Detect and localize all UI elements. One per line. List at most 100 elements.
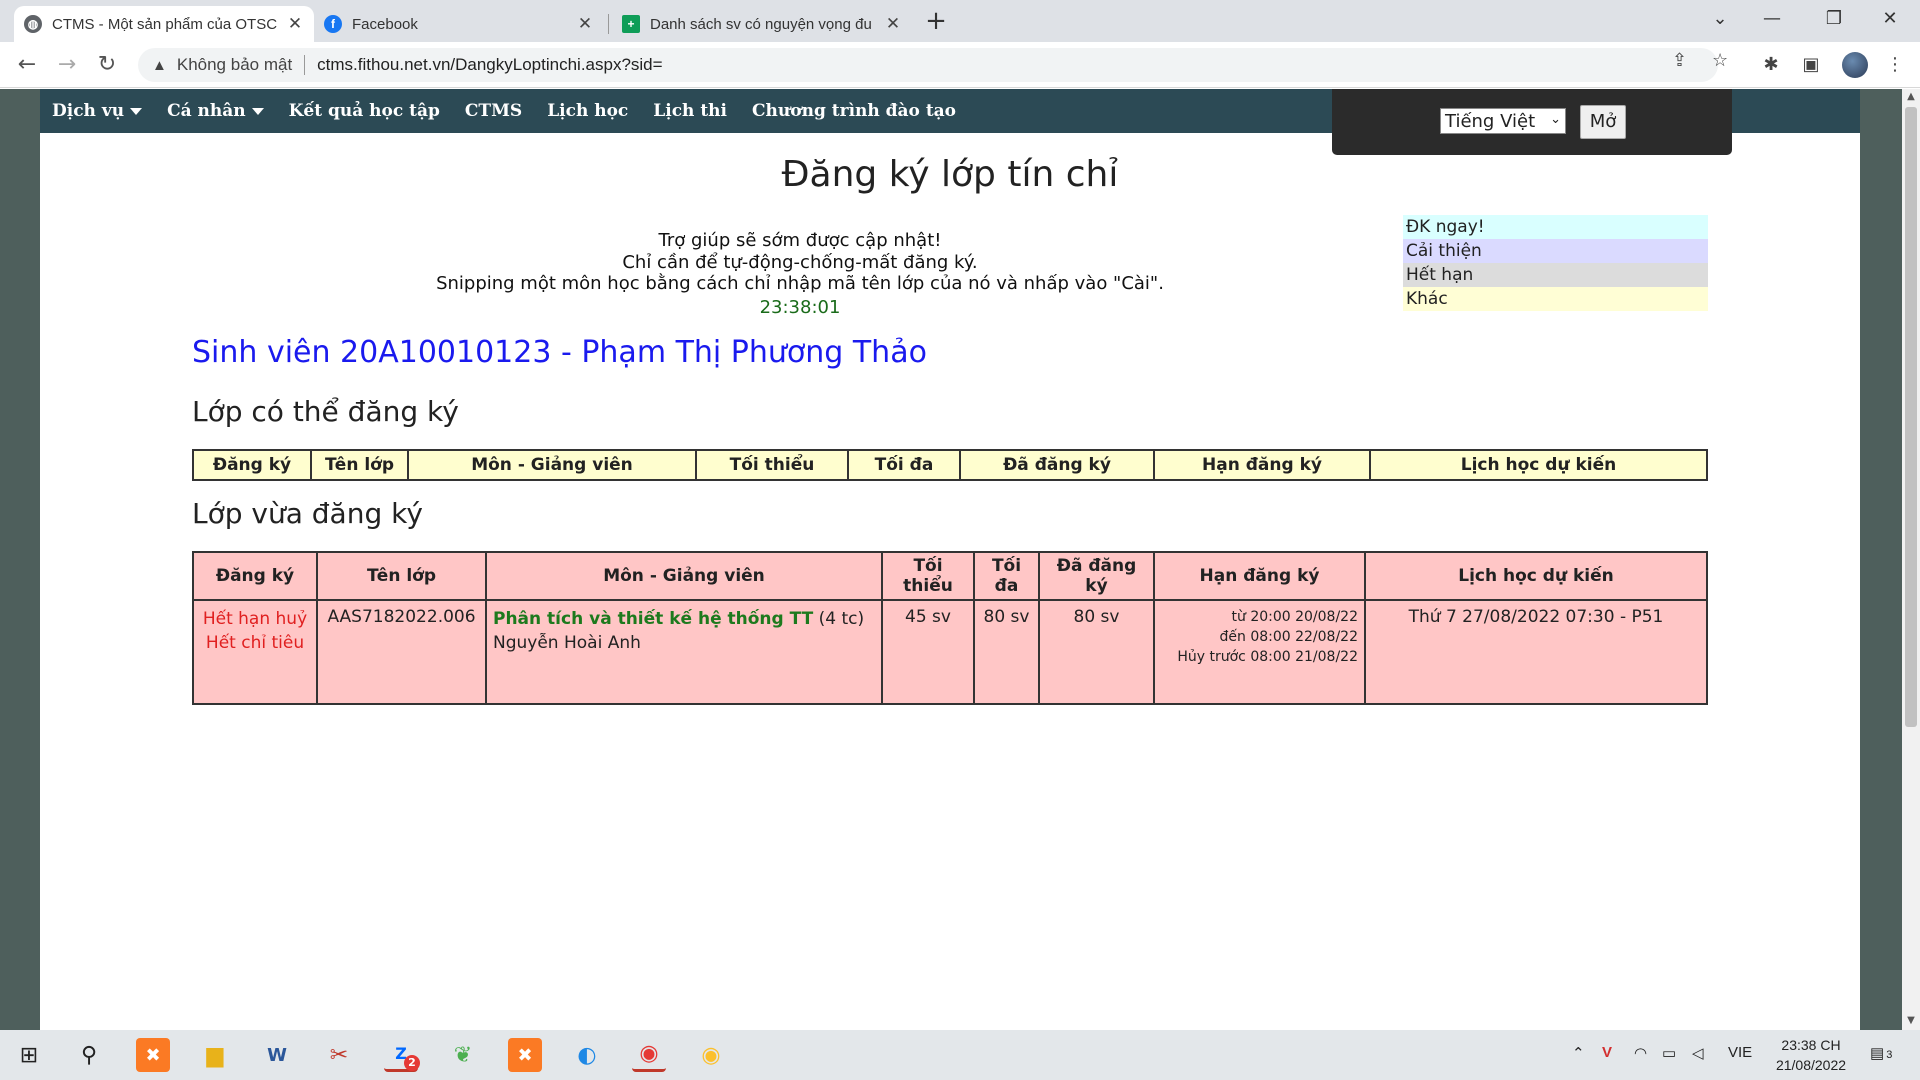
status-cancel-expired: Hết hạn huỷ	[202, 609, 308, 629]
table-row: Hết hạn huỷ Hết chỉ tiêu AAS7182022.006 …	[192, 599, 1708, 705]
chrome-icon[interactable]: ◉	[694, 1038, 728, 1072]
side-panel-icon[interactable]: ▣	[1798, 52, 1824, 78]
close-window-button[interactable]: ✕	[1862, 0, 1918, 38]
col-deadline: Hạn đăng ký	[1153, 449, 1371, 481]
back-icon[interactable]: ←	[12, 50, 42, 80]
extensions-icon[interactable]: ✱	[1758, 52, 1784, 78]
col-max: Tối đa	[847, 449, 961, 481]
taskbar: ⊞ ⚲ ✖ ▆ W ✂ Z 2 ❦ ✖ ◐ ◉ ◉ ⌃ V ◠ ▭ ◁ VIE …	[0, 1030, 1920, 1080]
xampp-icon[interactable]: ✖	[136, 1038, 170, 1072]
windows-start-icon[interactable]: ⊞	[12, 1038, 46, 1072]
col-subject: Môn - Giảng viên	[407, 449, 697, 481]
available-classes-table: Đăng ký Tên lớp Môn - Giảng viên Tối thi…	[192, 449, 1708, 481]
notification-count: 3	[1886, 1049, 1893, 1061]
battery-icon[interactable]: ▭	[1662, 1044, 1676, 1062]
zalo-icon[interactable]: Z 2	[384, 1038, 420, 1072]
scroll-thumb[interactable]	[1905, 107, 1917, 727]
nav-ca-nhan[interactable]: Cá nhân	[167, 101, 264, 121]
table-header-row: Đăng ký Tên lớp Môn - Giảng viên Tối thi…	[192, 551, 1708, 601]
bookmark-star-icon[interactable]: ☆	[1712, 50, 1728, 71]
volume-icon[interactable]: ◁	[1692, 1044, 1704, 1062]
page-scrollbar[interactable]: ▲ ▼	[1902, 89, 1920, 1030]
close-icon[interactable]: ✕	[576, 14, 594, 34]
deadline-to: đến 08:00 22/08/22	[1219, 629, 1359, 645]
cancel-before: Hủy trước 08:00 21/08/22	[1177, 649, 1358, 665]
col-max: Tối đa	[973, 551, 1040, 601]
coccoc-icon[interactable]: ❦	[446, 1038, 480, 1072]
menu-kebab-icon[interactable]: ⋮	[1882, 52, 1908, 78]
input-language[interactable]: VIE	[1728, 1044, 1752, 1061]
share-icon[interactable]: ⇪	[1672, 50, 1687, 71]
clock-time: 23:38 CH	[1781, 1037, 1841, 1053]
warning-icon[interactable]: ▲	[152, 57, 167, 74]
nav-ket-qua-hoc-tap[interactable]: Kết quả học tập	[289, 101, 440, 121]
tab-title: Danh sách sv có nguyện vọng đu	[650, 15, 872, 33]
nav-label: Cá nhân	[167, 101, 246, 121]
tab-title: Facebook	[352, 15, 418, 33]
nav-lich-hoc[interactable]: Lịch học	[547, 101, 628, 121]
page-content: Dịch vụ Cá nhân Kết quả học tập CTMS Lịc…	[40, 89, 1860, 1030]
url-text[interactable]: ctms.fithou.net.vn/DangkyLoptinchi.aspx?…	[317, 55, 662, 75]
caret-down-icon	[130, 108, 143, 115]
address-bar: ← → ↻ ▲ Không bảo mật ctms.fithou.net.vn…	[0, 42, 1920, 88]
student-info: Sinh viên 20A10010123 - Phạm Thị Phương …	[192, 335, 927, 370]
nav-dich-vu[interactable]: Dịch vụ	[52, 101, 143, 121]
new-tab-button[interactable]: +	[922, 6, 950, 36]
word-icon[interactable]: W	[260, 1038, 294, 1072]
subject-credits: (4 tc)	[818, 609, 865, 629]
caret-down-icon	[251, 108, 264, 115]
profile-avatar[interactable]	[1842, 52, 1868, 78]
col-schedule: Lịch học dự kiến	[1364, 551, 1708, 601]
globe-icon: ◍	[24, 15, 42, 33]
col-registered: Đã đăng ký	[959, 449, 1155, 481]
security-label[interactable]: Không bảo mật	[177, 55, 292, 75]
forward-icon[interactable]: →	[52, 50, 82, 80]
snipping-tool-icon[interactable]: ✂	[322, 1038, 356, 1072]
registered-classes-table: Đăng ký Tên lớp Môn - Giảng viên Tối thi…	[192, 551, 1708, 705]
minimize-button[interactable]: —	[1744, 0, 1800, 38]
file-explorer-icon[interactable]: ▆	[198, 1038, 232, 1072]
nav-chuong-trinh-dao-tao[interactable]: Chương trình đào tạo	[752, 101, 956, 121]
help-line-1: Trợ giúp sẽ sớm được cập nhật!	[658, 230, 942, 251]
taskbar-clock[interactable]: 23:38 CH 21/08/2022	[1768, 1035, 1854, 1075]
url-input[interactable]: ▲ Không bảo mật ctms.fithou.net.vn/Dangk…	[138, 48, 1718, 82]
nav-ctms[interactable]: CTMS	[465, 101, 522, 121]
language-selected: Tiếng Việt	[1445, 110, 1536, 132]
registered-cell: 80 sv	[1038, 599, 1155, 705]
status-legend: ĐK ngay! Cải thiện Hết hạn Khác	[1403, 215, 1708, 311]
col-schedule: Lịch học dự kiến	[1369, 449, 1708, 481]
tab-sheets[interactable]: + Danh sách sv có nguyện vọng đu ✕	[612, 6, 912, 42]
facebook-icon: f	[324, 15, 342, 33]
chevron-up-icon[interactable]: ⌃	[1572, 1044, 1585, 1062]
class-name-cell: AAS7182022.006	[316, 599, 487, 705]
legend-expired: Hết hạn	[1403, 263, 1708, 287]
tab-ctms[interactable]: ◍ CTMS - Một sản phẩm của OTSC ✕	[14, 6, 314, 42]
open-button[interactable]: Mở	[1580, 105, 1626, 139]
tab-search-icon[interactable]: ⌄	[1692, 0, 1748, 38]
reload-icon[interactable]: ↻	[92, 50, 122, 80]
col-class-name: Tên lớp	[316, 551, 487, 601]
scroll-down-icon[interactable]: ▼	[1902, 1015, 1920, 1026]
language-panel: Tiếng Việt ⌄ Mở	[1332, 89, 1732, 155]
chrome-icon[interactable]: ◉	[632, 1038, 666, 1072]
zalo-badge: 2	[404, 1055, 420, 1071]
edge-icon[interactable]: ◐	[570, 1038, 604, 1072]
wifi-icon[interactable]: ◠	[1634, 1044, 1647, 1062]
legend-register-now: ĐK ngay!	[1403, 215, 1708, 239]
scroll-up-icon[interactable]: ▲	[1902, 91, 1920, 102]
xampp-icon[interactable]: ✖	[508, 1038, 542, 1072]
language-select[interactable]: Tiếng Việt ⌄	[1440, 108, 1566, 134]
max-cell: 80 sv	[973, 599, 1040, 705]
omnibox-divider	[304, 55, 306, 75]
nav-lich-thi[interactable]: Lịch thi	[653, 101, 727, 121]
vietkey-icon[interactable]: V	[1602, 1044, 1612, 1061]
legend-other: Khác	[1403, 287, 1708, 311]
restore-button[interactable]: ❐	[1806, 0, 1862, 38]
col-class-name: Tên lớp	[310, 449, 409, 481]
table-header-row: Đăng ký Tên lớp Môn - Giảng viên Tối thi…	[192, 449, 1708, 481]
search-icon[interactable]: ⚲	[72, 1038, 106, 1072]
notification-icon[interactable]: ▤ 3	[1870, 1044, 1892, 1062]
close-icon[interactable]: ✕	[884, 14, 902, 34]
close-icon[interactable]: ✕	[286, 14, 304, 34]
tab-facebook[interactable]: f Facebook ✕	[314, 6, 604, 42]
